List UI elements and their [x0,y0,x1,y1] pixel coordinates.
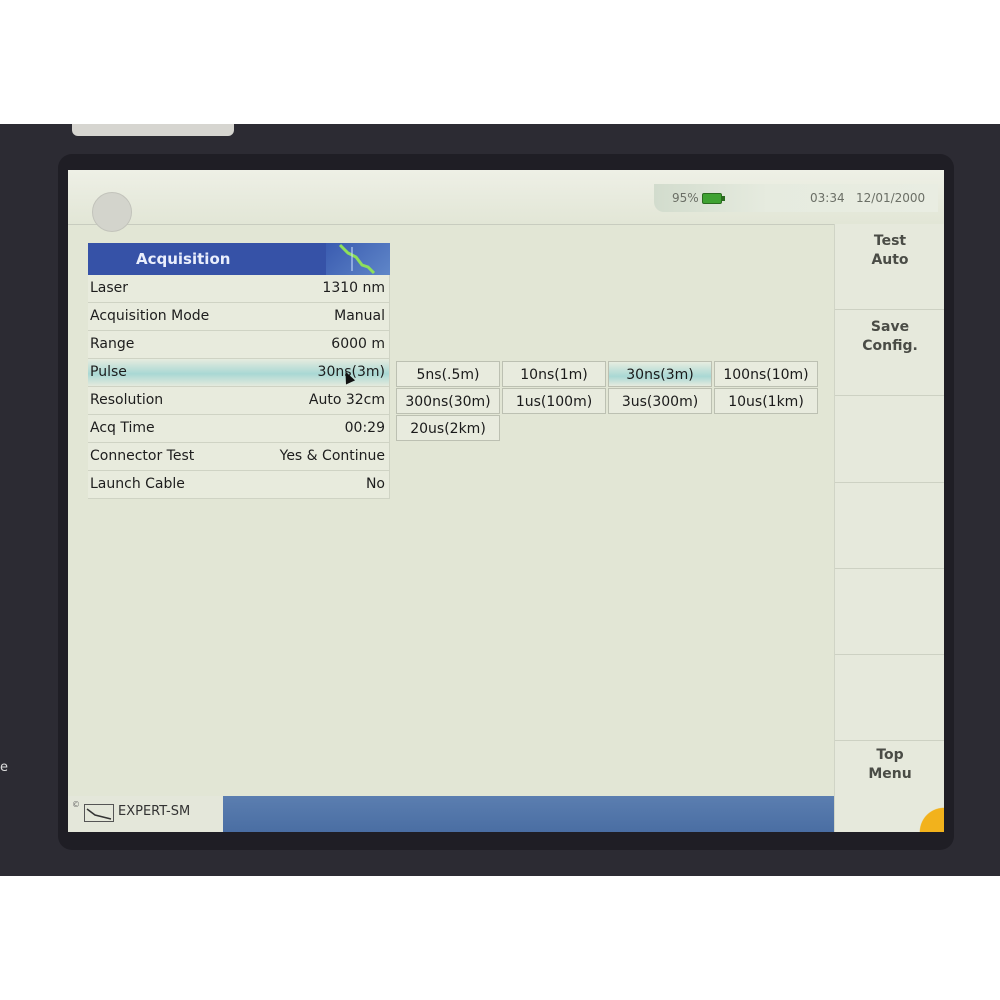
setting-value: 6000 m [331,336,385,352]
battery-percent: 95% [672,191,699,205]
setting-row-range[interactable]: Range 6000 m [88,331,390,359]
copyright-icon: © [72,800,80,809]
setting-row-resolution[interactable]: Resolution Auto 32cm [88,387,390,415]
date: 12/01/2000 [856,191,926,205]
pulse-option[interactable]: 20us(2km) [396,415,500,441]
setting-label: Launch Cable [90,476,185,492]
clock: 03:34 [810,191,845,205]
device-screen: 95% 03:34 12/01/2000 Acquisition Laser 1… [68,170,944,832]
setting-row-launch-cable[interactable]: Launch Cable No [88,471,390,499]
home-logo-button[interactable] [92,192,132,232]
pulse-option[interactable]: 100ns(10m) [714,361,818,387]
setting-label: Range [90,336,135,352]
setting-label: Pulse [90,364,127,380]
otdr-mini-icon [84,804,114,822]
save-config-button[interactable]: Save Config. [835,310,944,396]
setting-row-acq-time[interactable]: Acq Time 00:29 [88,415,390,443]
setting-value: Auto 32cm [308,392,385,408]
setting-label: Connector Test [90,448,195,464]
pulse-option[interactable]: 10ns(1m) [502,361,606,387]
pulse-option[interactable]: 5ns(.5m) [396,361,500,387]
top-status-bar: 95% 03:34 12/01/2000 [68,170,944,232]
otdr-trace-icon [326,243,390,275]
pulse-option[interactable]: 3us(300m) [608,388,712,414]
bottom-bar: © EXPERT-SM [68,796,834,832]
status-message-bar [223,796,834,832]
setting-value: Yes & Continue [279,448,385,464]
softkey-empty-3[interactable] [835,396,944,483]
setting-label: Acquisition Mode [90,308,210,324]
battery-icon [702,193,725,204]
pulse-option[interactable]: 10us(1km) [714,388,818,414]
status-area: 95% 03:34 12/01/2000 [654,184,938,212]
setting-value: Manual [334,308,385,324]
pulse-option[interactable]: 300ns(30m) [396,388,500,414]
panel-header: Acquisition [88,243,390,275]
acquisition-panel: Acquisition Laser 1310 nm Acquisition Mo… [88,243,390,499]
setting-value: 1310 nm [322,280,385,296]
test-auto-button[interactable]: Test Auto [835,224,944,310]
setting-value: No [365,476,385,492]
side-label-fragment: e [0,760,8,775]
app-name: EXPERT-SM [118,804,191,819]
setting-value: 00:29 [344,420,385,436]
softkey-empty-6[interactable] [835,654,944,741]
setting-label: Acq Time [90,420,155,436]
softkey-empty-5[interactable] [835,568,944,655]
softkey-empty-4[interactable] [835,482,944,569]
warning-corner-icon [914,806,944,832]
pulse-option[interactable]: 1us(100m) [502,388,606,414]
panel-title: Acquisition [136,250,231,268]
softkey-sidebar: Test Auto Save Config. Top Menu [834,224,944,832]
pulse-option-selected[interactable]: 30ns(3m) [608,361,712,387]
setting-label: Resolution [90,392,164,408]
setting-label: Laser [90,280,129,296]
setting-row-laser[interactable]: Laser 1310 nm [88,275,390,303]
setting-row-pulse[interactable]: Pulse 30ns(3m) [88,359,390,387]
app-tab[interactable]: © EXPERT-SM [68,796,223,832]
setting-row-acquisition-mode[interactable]: Acquisition Mode Manual [88,303,390,331]
device-tab [72,124,234,136]
setting-row-connector-test[interactable]: Connector Test Yes & Continue [88,443,390,471]
